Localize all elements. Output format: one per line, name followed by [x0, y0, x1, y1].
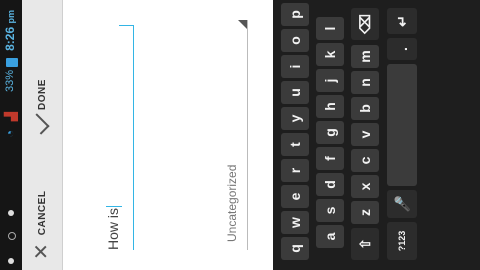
checkmark-icon: [28, 113, 50, 135]
key-q[interactable]: q: [281, 237, 309, 260]
key-u[interactable]: u: [281, 81, 309, 104]
cancel-button[interactable]: ✕ CANCEL: [22, 191, 62, 260]
clock: 8:26 pm: [3, 10, 17, 51]
app-screen: ◔ ▟ 33% 8:26 pm ✕ CANCEL DONE How is Unc…: [0, 0, 480, 270]
sync-icon: [8, 232, 16, 240]
soft-keyboard: q w e r t y u i o p a s d f g h j k l z x c v b n m ⇧ ⌫ ?123 🎤. ↵: [273, 0, 480, 270]
key-j[interactable]: j: [316, 69, 344, 92]
body-input[interactable]: How is: [83, 25, 134, 250]
key-n[interactable]: n: [351, 71, 379, 94]
signal-icon: ▟: [4, 112, 18, 122]
battery-text: 33%: [4, 70, 16, 93]
key-s[interactable]: s: [316, 199, 344, 222]
field-edge: [119, 25, 133, 26]
key-p[interactable]: p: [281, 3, 309, 26]
close-icon: ✕: [31, 243, 53, 260]
backspace-key[interactable]: ⌫: [351, 8, 379, 40]
text-cursor: [106, 205, 123, 207]
key-y[interactable]: y: [281, 107, 309, 130]
mic-key[interactable]: 🎤: [387, 190, 417, 218]
done-label: DONE: [36, 79, 48, 110]
key-m[interactable]: m: [351, 45, 379, 68]
key-r[interactable]: r: [281, 159, 309, 182]
status-bar: ◔ ▟ 33% 8:26 pm: [0, 0, 22, 270]
enter-key[interactable]: ↵: [387, 8, 417, 34]
editor-content: How is Uncategorized: [63, 0, 273, 270]
battery-icon: [6, 58, 18, 67]
spinner-underline: [247, 20, 248, 250]
cancel-label: CANCEL: [36, 190, 48, 236]
key-f[interactable]: f: [316, 147, 344, 170]
key-g[interactable]: g: [316, 121, 344, 144]
done-button[interactable]: DONE: [22, 79, 62, 135]
key-k[interactable]: k: [316, 43, 344, 66]
key-w[interactable]: w: [281, 211, 309, 234]
action-bar: ✕ CANCEL DONE: [22, 0, 63, 270]
key-c[interactable]: c: [351, 149, 379, 172]
key-b[interactable]: b: [351, 97, 379, 120]
category-spinner[interactable]: Uncategorized: [218, 20, 248, 250]
notification-icon: [8, 210, 14, 216]
key-t[interactable]: t: [281, 133, 309, 156]
dropdown-arrow-icon: [238, 20, 247, 29]
symbols-key[interactable]: ?123: [387, 222, 417, 260]
key-a[interactable]: a: [316, 225, 344, 248]
key-z[interactable]: z: [351, 201, 379, 224]
key-h[interactable]: h: [316, 95, 344, 118]
key-i[interactable]: i: [281, 55, 309, 78]
key-e[interactable]: e: [281, 185, 309, 208]
category-label: Uncategorized: [225, 164, 239, 242]
shift-key[interactable]: ⇧: [351, 228, 379, 260]
key-x[interactable]: x: [351, 175, 379, 198]
space-key[interactable]: [387, 64, 417, 186]
key-l[interactable]: l: [316, 17, 344, 40]
wifi-icon: ◔: [3, 130, 17, 138]
notification-icon: [8, 258, 14, 264]
key-v[interactable]: v: [351, 123, 379, 146]
body-text: How is: [105, 205, 123, 250]
period-key[interactable]: .: [387, 38, 417, 60]
key-d[interactable]: d: [316, 173, 344, 196]
key-o[interactable]: o: [281, 29, 309, 52]
